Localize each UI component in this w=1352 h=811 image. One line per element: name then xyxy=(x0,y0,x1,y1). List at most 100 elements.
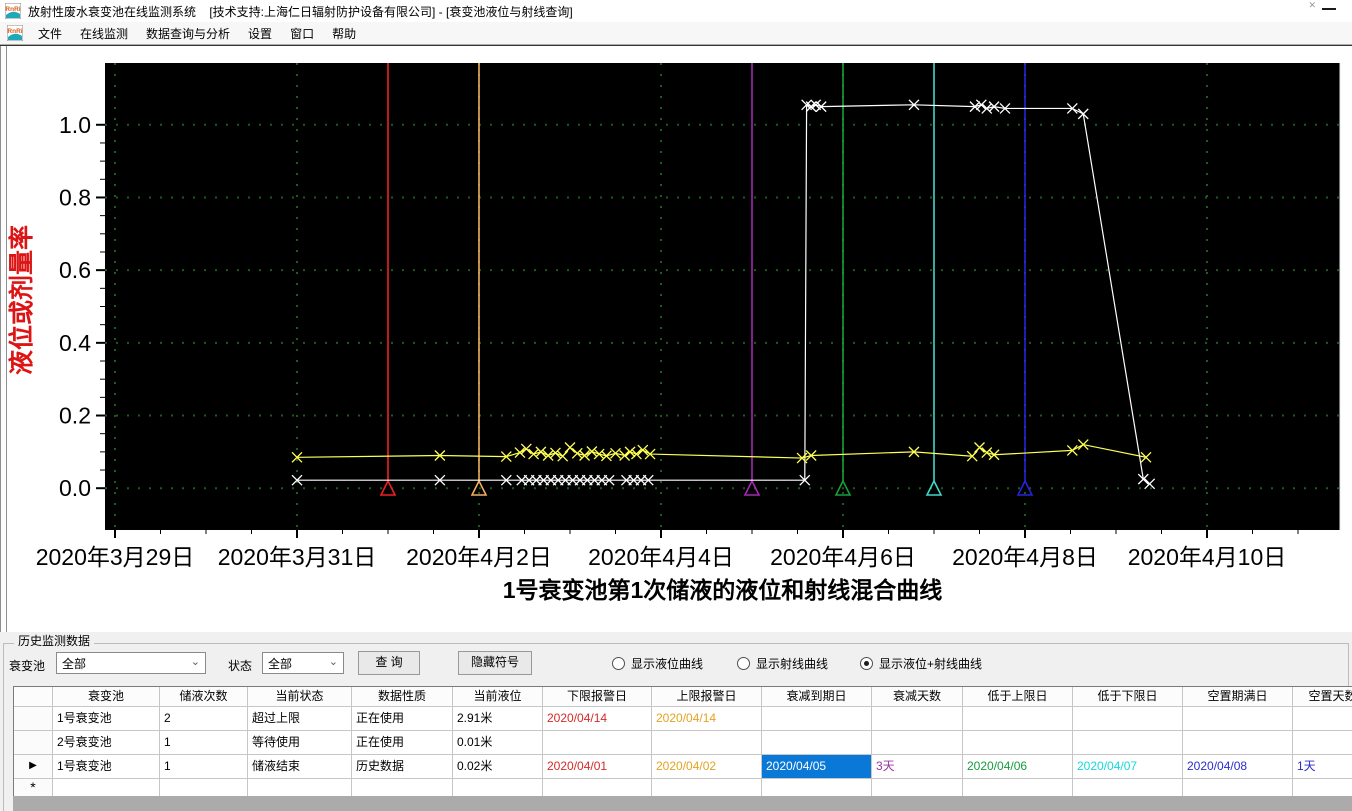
menu-item-在线监测[interactable]: 在线监测 xyxy=(71,22,137,45)
grid-cell[interactable]: 1 xyxy=(160,755,248,779)
radio-unchecked-icon[interactable] xyxy=(612,656,625,670)
column-header-低于下限日[interactable]: 低于下限日 xyxy=(1073,687,1183,707)
grid-cell[interactable]: 2020/04/07 xyxy=(1073,755,1183,779)
grid-cell[interactable]: 2020/04/14 xyxy=(652,707,762,731)
grid-cell[interactable]: 历史数据 xyxy=(352,755,453,779)
grid-cell[interactable]: 正在使用 xyxy=(352,731,453,755)
grid-cell[interactable] xyxy=(1183,779,1293,797)
column-header-上限报警日[interactable]: 上限报警日 xyxy=(652,687,762,707)
row-selector[interactable] xyxy=(14,731,53,755)
grid-cell[interactable] xyxy=(652,731,762,755)
grid-cell[interactable] xyxy=(1293,731,1352,755)
y-tick-label: 0.4 xyxy=(59,330,91,356)
grid-cell[interactable]: 0.01米 xyxy=(453,731,543,755)
grid-cell[interactable] xyxy=(1293,707,1352,731)
child-window-icon[interactable]: RnRi xyxy=(7,25,23,41)
grid-corner-header[interactable] xyxy=(14,687,53,707)
grid-cell[interactable]: 2 xyxy=(160,707,248,731)
radio-显示液位曲线[interactable]: 显示液位曲线 xyxy=(612,655,703,671)
current-row-indicator[interactable]: ▶ xyxy=(14,755,53,779)
menu-item-窗口[interactable]: 窗口 xyxy=(281,22,323,45)
selected-cell[interactable]: 2020/04/05 xyxy=(762,755,872,779)
status-select[interactable]: 全部 ⌄ xyxy=(262,652,344,674)
x-tick-label: 2020年4月6日 xyxy=(770,544,916,570)
column-header-数据性质[interactable]: 数据性质 xyxy=(352,687,453,707)
query-button[interactable]: 查 询 xyxy=(358,651,420,675)
grid-cell[interactable] xyxy=(963,731,1073,755)
grid-cell[interactable]: 正在使用 xyxy=(352,707,453,731)
grid-cell[interactable]: 等待使用 xyxy=(248,731,352,755)
menu-item-帮助[interactable]: 帮助 xyxy=(323,22,365,45)
grid-cell[interactable]: 1号衰变池 xyxy=(53,707,160,731)
grid-cell[interactable] xyxy=(160,779,248,797)
close-icon[interactable]: ✕ xyxy=(1308,0,1316,11)
grid-cell[interactable] xyxy=(872,707,963,731)
grid-cell[interactable]: 2020/04/14 xyxy=(543,707,652,731)
grid-cell[interactable] xyxy=(1073,779,1183,797)
new-row-indicator[interactable]: * xyxy=(14,779,53,797)
radio-显示液位+射线曲线[interactable]: 显示液位+射线曲线 xyxy=(860,655,982,671)
chart-svg: 2020年3月29日 2020年3月31日 2020年4月2日 2020年4月4日 20… xyxy=(7,63,1341,603)
minimize-icon[interactable] xyxy=(1322,8,1336,10)
column-header-空置期满日[interactable]: 空置期满日 xyxy=(1183,687,1293,707)
grid-cell[interactable]: 0.02米 xyxy=(453,755,543,779)
radio-unchecked-icon[interactable] xyxy=(737,656,750,670)
row-selector[interactable] xyxy=(14,707,53,731)
column-header-衰减到期日[interactable]: 衰减到期日 xyxy=(762,687,872,707)
grid-cell[interactable] xyxy=(872,779,963,797)
chart-title: 1号衰变池第1次储液的液位和射线混合曲线 xyxy=(503,577,943,603)
grid-cell[interactable] xyxy=(1073,707,1183,731)
grid-cell[interactable]: 2号衰变池 xyxy=(53,731,160,755)
grid-cell[interactable] xyxy=(543,779,652,797)
column-header-衰减天数[interactable]: 衰减天数 xyxy=(872,687,963,707)
menu-item-数据查询与分析[interactable]: 数据查询与分析 xyxy=(137,22,239,45)
grid-cell[interactable]: 2020/04/06 xyxy=(963,755,1073,779)
grid-cell[interactable]: 超过上限 xyxy=(248,707,352,731)
y-tick-label: 0.0 xyxy=(59,475,91,501)
grid-cell[interactable] xyxy=(762,779,872,797)
grid-cell[interactable] xyxy=(1183,731,1293,755)
grid-cell[interactable] xyxy=(652,779,762,797)
x-tick-label: 2020年3月29日 xyxy=(36,544,195,570)
grid-cell[interactable] xyxy=(963,779,1073,797)
column-header-下限报警日[interactable]: 下限报警日 xyxy=(543,687,652,707)
grid-cell[interactable]: 2020/04/02 xyxy=(652,755,762,779)
grid-cell[interactable] xyxy=(1073,731,1183,755)
radio-显示射线曲线[interactable]: 显示射线曲线 xyxy=(737,655,828,671)
grid-cell[interactable]: 2.91米 xyxy=(453,707,543,731)
y-tick-label: 0.2 xyxy=(59,403,91,429)
pool-select[interactable]: 全部 ⌄ xyxy=(56,652,206,674)
column-header-储液次数[interactable]: 储液次数 xyxy=(160,687,248,707)
column-header-低于上限日[interactable]: 低于上限日 xyxy=(963,687,1073,707)
column-header-空置天数[interactable]: 空置天数 xyxy=(1293,687,1352,707)
radio-label: 显示射线曲线 xyxy=(756,656,829,671)
column-header-当前液位[interactable]: 当前液位 xyxy=(453,687,543,707)
grid-cell[interactable] xyxy=(248,779,352,797)
grid-cell[interactable] xyxy=(963,707,1073,731)
grid-cell[interactable]: 储液结束 xyxy=(248,755,352,779)
grid-cell[interactable] xyxy=(872,731,963,755)
grid-cell[interactable] xyxy=(1183,707,1293,731)
grid-cell[interactable]: 2020/04/01 xyxy=(543,755,652,779)
grid-cell[interactable] xyxy=(762,731,872,755)
column-header-当前状态[interactable]: 当前状态 xyxy=(248,687,352,707)
grid-cell[interactable]: 3天 xyxy=(872,755,963,779)
grid-cell[interactable] xyxy=(453,779,543,797)
grid-cell[interactable] xyxy=(543,731,652,755)
radio-label: 显示液位+射线曲线 xyxy=(879,656,983,671)
grid-cell[interactable]: 1号衰变池 xyxy=(53,755,160,779)
grid-cell[interactable]: 1 xyxy=(160,731,248,755)
column-header-衰变池[interactable]: 衰变池 xyxy=(53,687,160,707)
hide-symbols-button[interactable]: 隐藏符号 xyxy=(458,651,532,675)
grid-cell[interactable]: 2020/04/08 xyxy=(1183,755,1293,779)
grid-cell[interactable] xyxy=(352,779,453,797)
y-tick-label: 0.6 xyxy=(59,257,91,283)
menu-item-文件[interactable]: 文件 xyxy=(29,22,71,45)
table-row: 2号衰变池 1 等待使用 正在使用 0.01米 xyxy=(14,731,1352,755)
grid-cell[interactable]: 1天 xyxy=(1293,755,1352,779)
grid-cell[interactable] xyxy=(53,779,160,797)
radio-checked-icon[interactable] xyxy=(860,656,873,670)
menu-item-设置[interactable]: 设置 xyxy=(239,22,281,45)
grid-cell[interactable] xyxy=(762,707,872,731)
grid-cell[interactable] xyxy=(1293,779,1352,797)
